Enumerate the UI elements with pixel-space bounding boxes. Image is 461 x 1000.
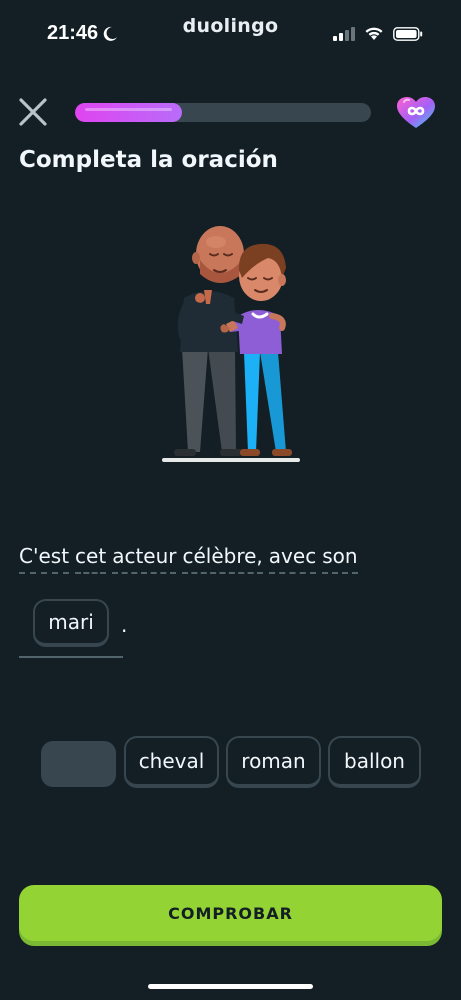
status-bar-icons [333, 26, 423, 41]
lesson-progress-bar [75, 103, 371, 122]
word-bank-option-ballon[interactable]: ballon [328, 736, 421, 788]
battery-icon [393, 26, 423, 41]
sentence-period: . [121, 613, 128, 637]
sentence-word[interactable]: célèbre, [182, 544, 263, 574]
answer-chip[interactable]: mari [33, 599, 109, 647]
word-bank-option-cheval[interactable]: cheval [124, 736, 219, 788]
sentence-word[interactable]: son [322, 544, 358, 574]
word-bank-empty-slot [41, 741, 116, 787]
sentence-word[interactable]: C'est [19, 544, 70, 574]
characters-illustration [160, 220, 305, 468]
exercise-instruction: Completa la oración [19, 147, 278, 173]
sentence-word[interactable]: cet [75, 544, 107, 574]
close-icon [19, 98, 47, 126]
lesson-progress-fill [75, 103, 182, 122]
sentence-word[interactable]: acteur [112, 544, 177, 574]
sentence-word[interactable]: avec [268, 544, 317, 574]
home-indicator [148, 984, 313, 989]
check-button[interactable]: COMPROBAR [19, 885, 442, 941]
word-bank-option-roman[interactable]: roman [226, 736, 321, 788]
wifi-icon [365, 27, 383, 40]
signal-icon [333, 26, 355, 41]
sentence-prompt: C'est cet acteur célèbre, avec son [19, 544, 358, 574]
infinite-hearts-icon[interactable] [396, 96, 436, 130]
answer-blank-line [19, 656, 123, 658]
close-button[interactable] [18, 97, 48, 127]
